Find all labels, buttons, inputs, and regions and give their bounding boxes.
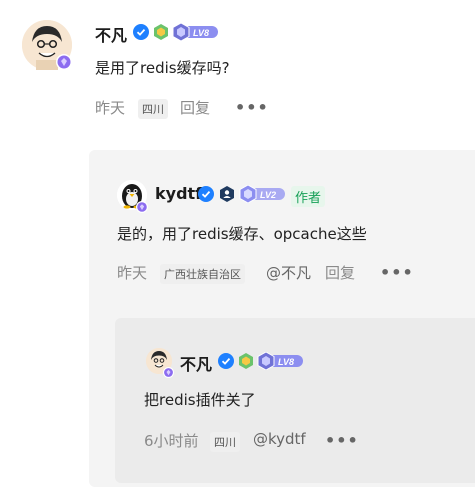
author-badge: 作者 bbox=[291, 186, 326, 207]
comment-author[interactable]: 不凡 bbox=[95, 22, 127, 46]
reply-mention[interactable]: @不凡 bbox=[266, 262, 311, 283]
level-badge-label: LV2 bbox=[260, 190, 276, 200]
level-badge-label: LV8 bbox=[278, 357, 294, 367]
verified-icon bbox=[133, 24, 149, 44]
comment-location: 四川 bbox=[138, 99, 168, 119]
level-badge-label: LV8 bbox=[193, 28, 209, 38]
nested-reply-text: 把redis插件关了 bbox=[144, 391, 256, 409]
reply-time: 昨天 bbox=[117, 264, 148, 282]
level-badge: LV8 bbox=[172, 22, 220, 45]
more-options-button[interactable]: ••• bbox=[325, 431, 359, 450]
reply-author[interactable]: kydtf bbox=[155, 184, 202, 203]
level-gem-icon bbox=[56, 54, 72, 70]
nested-reply-time: 6小时前 bbox=[144, 432, 199, 450]
level-gem-icon bbox=[136, 198, 148, 213]
official-badge-icon bbox=[219, 186, 235, 206]
verified-icon bbox=[218, 353, 234, 373]
reply-button[interactable]: 回复 bbox=[325, 262, 355, 283]
achievement-badge-icon bbox=[238, 353, 254, 373]
level-badge: LV8 bbox=[257, 351, 305, 374]
comment-time: 昨天 bbox=[95, 99, 126, 117]
level-badge: LV2 bbox=[239, 184, 287, 207]
nested-reply-mention[interactable]: @kydtf bbox=[253, 430, 306, 448]
verified-icon bbox=[198, 186, 214, 206]
reply-location: 广西壮族自治区 bbox=[160, 264, 245, 284]
nested-reply-author[interactable]: 不凡 bbox=[180, 351, 212, 375]
nested-reply-location: 四川 bbox=[210, 432, 240, 452]
more-options-button[interactable]: ••• bbox=[380, 263, 414, 282]
level-gem-icon bbox=[163, 363, 174, 378]
achievement-badge-icon bbox=[153, 24, 169, 44]
more-options-button[interactable]: ••• bbox=[235, 98, 269, 117]
reply-button[interactable]: 回复 bbox=[180, 97, 210, 118]
comment-text: 是用了redis缓存吗? bbox=[95, 59, 230, 77]
reply-text: 是的，用了redis缓存、opcache这些 bbox=[117, 225, 367, 243]
